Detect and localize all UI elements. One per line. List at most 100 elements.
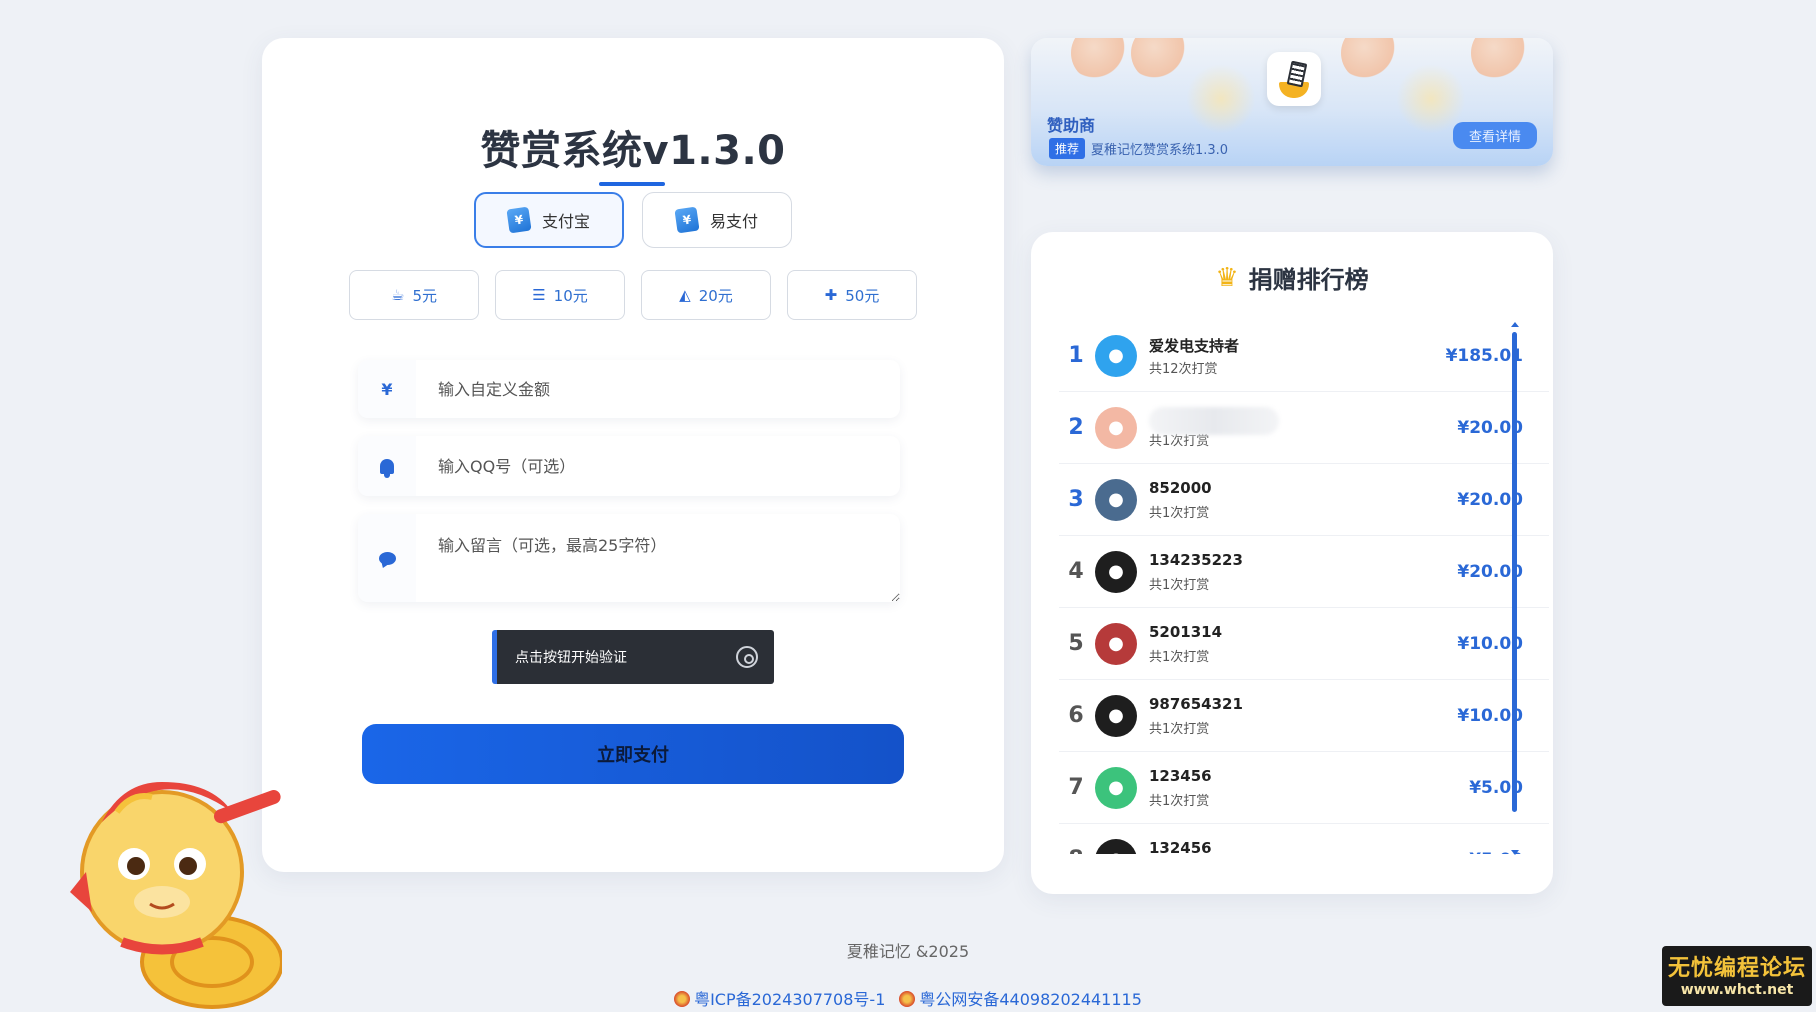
wallet-icon: ¥	[674, 206, 700, 234]
scroll-up-arrow-icon[interactable]	[1511, 322, 1519, 327]
qq-icon	[358, 436, 416, 496]
avatar: ●	[1095, 550, 1137, 593]
payment-method-row: ¥ 支付宝 ¥ 易支付	[262, 192, 1004, 248]
method-alipay-button[interactable]: ¥ 支付宝	[474, 192, 624, 248]
donor-name: 132456	[1149, 838, 1212, 855]
message-field	[358, 514, 900, 602]
burger-icon: ☰	[532, 286, 546, 304]
rank-number: 1	[1068, 343, 1084, 368]
donation-count: 共1次打赏	[1149, 793, 1210, 809]
comment-icon	[358, 514, 416, 602]
avatar: ●	[1095, 406, 1137, 449]
method-label: 易支付	[709, 212, 758, 231]
donor-name: 123456	[1149, 766, 1212, 785]
donor-info: 5201314 共1次打赏	[1149, 623, 1457, 665]
sponsor-logo	[1267, 52, 1321, 106]
avatar: ●	[1095, 622, 1137, 665]
pizza-icon: ◭	[679, 286, 691, 304]
emblem-icon	[674, 991, 691, 1007]
avatar: ●	[1095, 478, 1137, 521]
pay-now-button[interactable]: 立即支付	[362, 724, 904, 784]
leaderboard-row: 3 ● 852000 共1次打赏 ¥20.00	[1059, 464, 1549, 536]
donation-count: 共12次打赏	[1149, 361, 1218, 377]
rank-number: 7	[1068, 775, 1084, 800]
leaderboard-row: 8●132456共1次打赏¥5.00	[1059, 824, 1549, 854]
rank-number: 8	[1059, 847, 1093, 854]
icp-link[interactable]: 粤ICP备2024307708号-1	[674, 986, 885, 1010]
coffee-icon: ☕	[391, 286, 405, 304]
captcha-button[interactable]: 点击按钮开始验证	[492, 630, 774, 684]
wallet-icon: ¥	[506, 206, 532, 234]
anime-character-image	[1341, 38, 1399, 82]
method-label: 支付宝	[541, 212, 590, 231]
avatar: ●	[1095, 334, 1137, 377]
captcha-refresh-icon	[736, 646, 758, 668]
amount-10-button[interactable]: ☰ 10元	[495, 270, 625, 320]
custom-amount-field: ¥	[358, 360, 900, 418]
anime-character-image	[1131, 38, 1189, 82]
donor-info: 134235223 共1次打赏	[1149, 551, 1457, 593]
crown-icon: ♛	[1215, 262, 1239, 293]
recommend-badge: 推荐	[1049, 138, 1086, 159]
leaderboard-title: 捐赠排行榜	[1248, 266, 1369, 294]
leaderboard-row: 5 ● 5201314 共1次打赏 ¥10.00	[1059, 608, 1549, 680]
leaderboard-list[interactable]: 1 ● 爱发电支持者 共12次打赏 ¥185.01 2 ● 共1次打赏 ¥20.00 3 ● 8520…	[1059, 320, 1549, 854]
leaderboard-row: 2 ● 共1次打赏 ¥20.00	[1059, 392, 1549, 464]
watermark-url: www.whct.net	[1680, 982, 1794, 998]
amount-50-button[interactable]: ✚ 50元	[787, 270, 917, 320]
police-link[interactable]: 粤公网安备44098202441115	[899, 986, 1142, 1010]
donor-info: 共1次打赏	[1149, 406, 1457, 449]
amount-label: 5元	[412, 286, 437, 305]
captcha-label: 点击按钮开始验证	[515, 650, 627, 666]
leaderboard-row: 7 ● 123456 共1次打赏 ¥5.00	[1059, 752, 1549, 824]
donation-count: 共1次打赏	[1149, 649, 1210, 665]
donor-name: 爱发电支持者	[1149, 336, 1240, 355]
rank-number: 2	[1068, 415, 1084, 440]
rank-number: 3	[1068, 487, 1084, 512]
qq-field	[358, 436, 900, 496]
message-input[interactable]	[416, 514, 900, 602]
donor-name: 134235223	[1149, 550, 1243, 569]
avatar: ●	[1095, 694, 1137, 737]
custom-amount-input[interactable]	[416, 360, 900, 418]
sponsor-banner[interactable]: 赞助商 推荐 夏稚记忆赞赏系统1.3.0 查看详情	[1031, 38, 1553, 166]
donation-count: 共1次打赏	[1149, 721, 1210, 737]
leaderboard-row: 4 ● 134235223 共1次打赏 ¥20.00	[1059, 536, 1549, 608]
amount-5-button[interactable]: ☕ 5元	[349, 270, 479, 320]
method-epay-button[interactable]: ¥ 易支付	[642, 192, 792, 248]
site-watermark: 无忧编程论坛 www.whct.net	[1662, 946, 1812, 1006]
sponsor-details-button[interactable]: 查看详情	[1452, 122, 1537, 149]
anime-character-image	[1071, 38, 1129, 82]
gift-icon: ✚	[824, 286, 838, 304]
watermark-title: 无忧编程论坛	[1667, 956, 1806, 981]
title-underline	[599, 182, 665, 186]
scroll-down-arrow-icon[interactable]	[1511, 850, 1519, 855]
anime-character-image	[1471, 38, 1529, 82]
leaderboard-row: 6 ● 987654321 共1次打赏 ¥10.00	[1059, 680, 1549, 752]
preset-amount-row: ☕ 5元 ☰ 10元 ◭ 20元 ✚ 50元	[262, 270, 1004, 320]
donor-info: 爱发电支持者 共12次打赏	[1149, 335, 1446, 377]
icp-text: 粤ICP备2024307708号-1	[694, 990, 886, 1009]
leaderboard-row: 1 ● 爱发电支持者 共12次打赏 ¥185.01	[1059, 320, 1549, 392]
donor-name-hidden	[1149, 406, 1457, 435]
amount-20-button[interactable]: ◭ 20元	[641, 270, 771, 320]
avatar: ●	[1095, 838, 1137, 854]
amount-label: 10元	[553, 286, 588, 305]
donor-name: 5201314	[1149, 622, 1223, 641]
donation-count: 共1次打赏	[1149, 577, 1210, 593]
donation-card: 赞赏系统v1.3.0 ¥ 支付宝 ¥ 易支付 ☕ 5元 ☰ 10元 ◭ 20元 …	[262, 38, 1004, 872]
donor-name: 852000	[1149, 478, 1212, 497]
leaderboard-header: ♛ 捐赠排行榜	[1031, 260, 1553, 295]
noodle-bowl-icon	[1279, 82, 1309, 98]
page-title: 赞赏系统v1.3.0	[480, 128, 786, 174]
donor-info: 132456共1次打赏	[1149, 839, 1469, 855]
donor-info: 987654321 共1次打赏	[1149, 695, 1457, 737]
amount-label: 50元	[845, 286, 880, 305]
page: 赞赏系统v1.3.0 ¥ 支付宝 ¥ 易支付 ☕ 5元 ☰ 10元 ◭ 20元 …	[0, 0, 1816, 1012]
sponsor-label: 赞助商	[1047, 116, 1096, 135]
donation-leaderboard: ♛ 捐赠排行榜 1 ● 爱发电支持者 共12次打赏 ¥185.01 2 ● 共1次打赏 ¥20.…	[1031, 232, 1553, 894]
qq-input[interactable]	[416, 436, 900, 496]
sponsor-description: 夏稚记忆赞赏系统1.3.0	[1091, 143, 1229, 158]
leaderboard-scrollbar[interactable]	[1512, 332, 1517, 812]
dragon-mascot-image	[70, 782, 282, 1009]
